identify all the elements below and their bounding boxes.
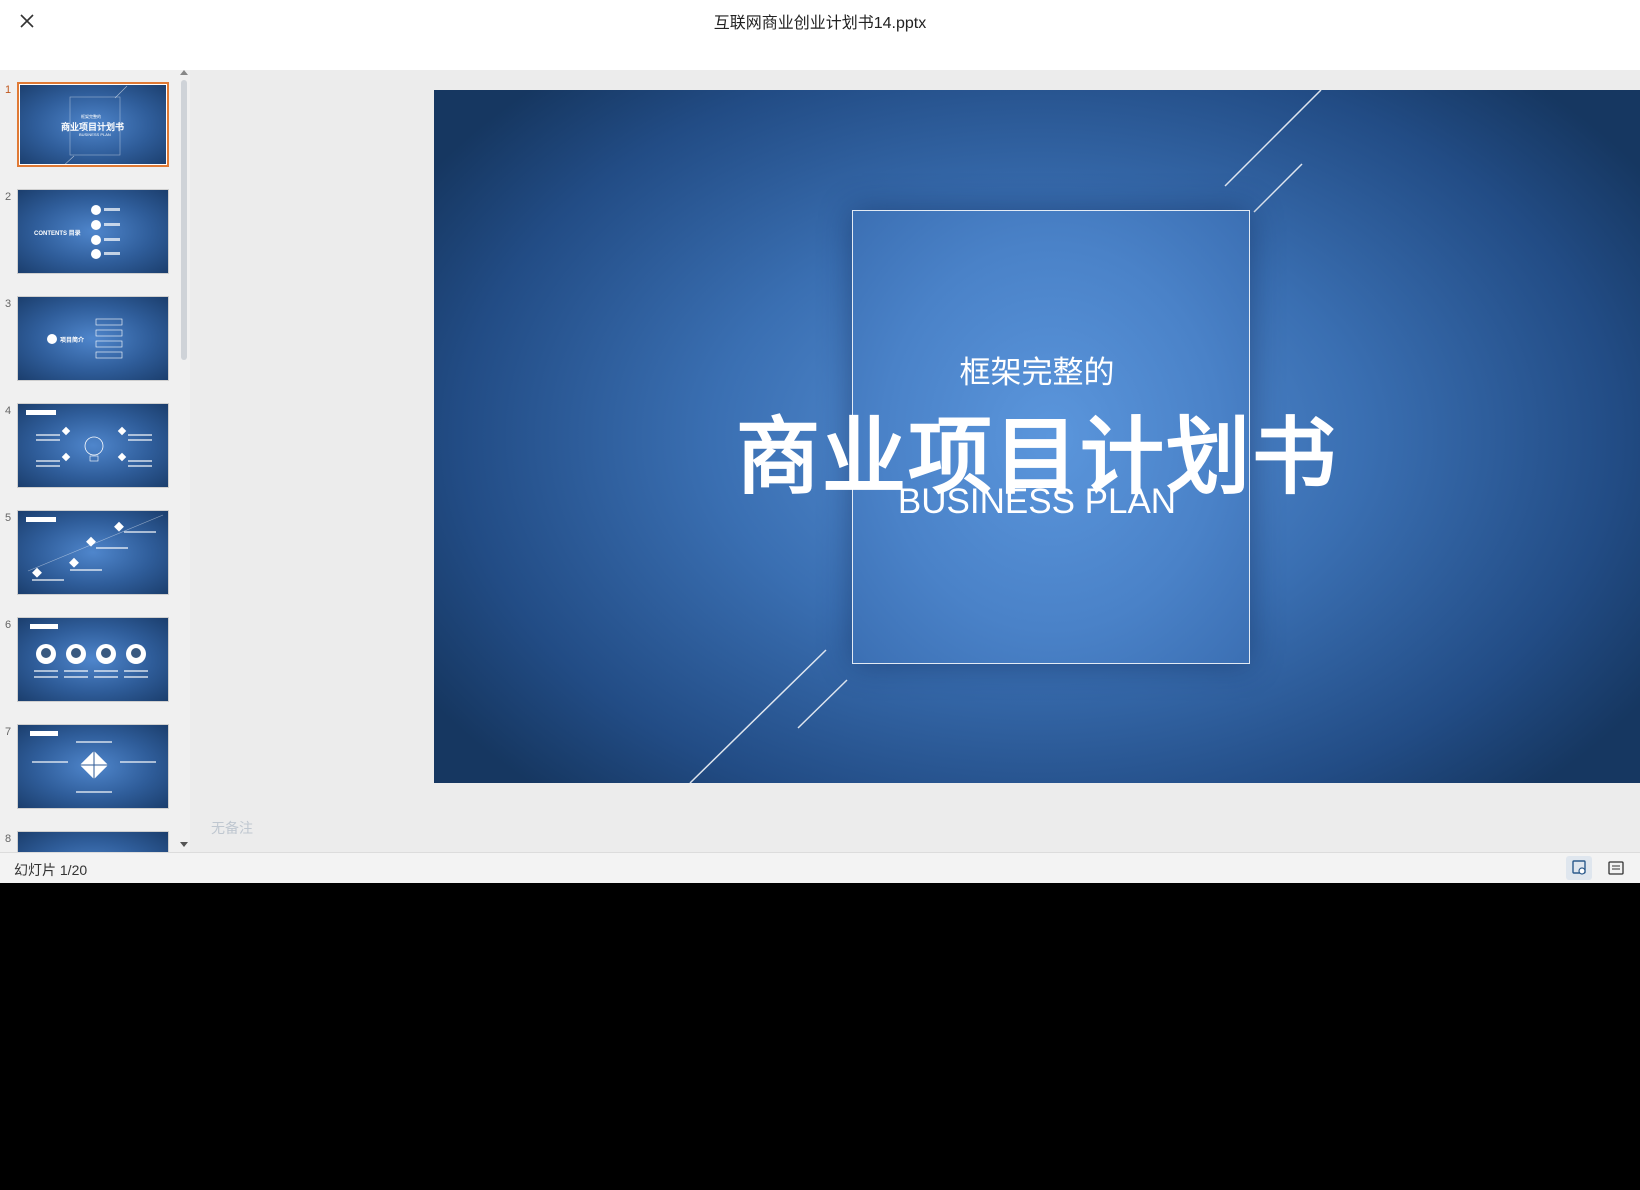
slide-counter: 幻灯片 1/20 (14, 862, 88, 878)
thumbnail-slide[interactable] (17, 510, 169, 595)
thumbnail-slide[interactable] (17, 617, 169, 702)
thumbnail-slide[interactable] (17, 403, 169, 488)
thumbnail-decoration (26, 410, 152, 467)
slide-stage: 框架完整的 商业项目计划书 BUSINESS PLAN 无备注 (190, 70, 1640, 852)
scrollbar-thumb[interactable] (181, 80, 187, 360)
thumbnail-number: 6 (5, 619, 12, 631)
notes-placeholder[interactable]: 无备注 (211, 818, 253, 838)
thumbnail-decoration (91, 205, 120, 259)
thumbnail-item[interactable]: 4 (0, 401, 175, 496)
normal-view-icon (1572, 860, 1586, 875)
current-slide[interactable]: 框架完整的 商业项目计划书 BUSINESS PLAN (434, 90, 1640, 783)
thumbnail-number: 8 (5, 833, 12, 845)
thumbnail-decoration (30, 731, 156, 793)
thumbnail-number: 1 (5, 84, 12, 96)
thumbnail-number: 2 (5, 191, 12, 203)
thumbnail-item[interactable]: 8 (0, 829, 175, 852)
thumbnail-item[interactable]: 5 (0, 508, 175, 603)
thumbnail-slide[interactable]: 项目简介 (17, 296, 169, 381)
thumbnail-item[interactable]: 2 CONTENTS 目录 (0, 187, 175, 282)
thumbnail-number: 4 (5, 405, 12, 417)
thumbnail-decoration (26, 514, 164, 581)
thumbnail-slide[interactable] (17, 724, 169, 809)
notes-view-icon (1608, 861, 1624, 875)
thumbnail-item[interactable]: 6 (0, 615, 175, 710)
slide-subtitle: 框架完整的 (959, 355, 1115, 390)
thumbnail-slide[interactable]: 框架完整的 商业项目计划书 BUSINESS PLAN (17, 82, 169, 167)
thumbnail-decoration (30, 624, 148, 678)
thumbnail-item[interactable]: 1 框架完整的 商业项目计划书 BUSINESS PLAN (0, 80, 175, 175)
thumbnail-item[interactable]: 7 (0, 722, 175, 817)
workspace: 1 框架完整的 商业项目计划书 BUSINESS PLAN 2 CONTENTS… (0, 70, 1640, 852)
thumbnail-slide[interactable] (17, 831, 169, 852)
slide-english-title: BUSINESS PLAN (897, 482, 1177, 521)
normal-view-button[interactable] (1566, 856, 1592, 880)
thumbnail-text: BUSINESS PLAN (79, 132, 111, 137)
thumbnail-scrollbar[interactable] (180, 70, 188, 852)
presentation-viewer: 互联网商业创业计划书14.pptx 1 框架完整的 商业项目计划书 BUSINE… (0, 0, 1640, 883)
thumbnail-number: 5 (5, 512, 12, 524)
notes-view-button[interactable] (1603, 856, 1629, 880)
status-bar: 幻灯片 1/20 (0, 852, 1640, 883)
thumbnail-panel[interactable]: 1 框架完整的 商业项目计划书 BUSINESS PLAN 2 CONTENTS… (0, 70, 190, 852)
thumbnail-number: 3 (5, 298, 12, 310)
document-title: 互联网商业创业计划书14.pptx (713, 15, 927, 32)
scroll-up-arrow-icon[interactable] (180, 70, 188, 75)
title-bar: 互联网商业创业计划书14.pptx (0, 0, 1640, 70)
thumbnail-slide[interactable]: CONTENTS 目录 (17, 189, 169, 274)
thumbnail-text: 项目简介 (60, 338, 85, 344)
thumbnail-item[interactable]: 3 项目简介 (0, 294, 175, 389)
thumbnail-number: 7 (5, 726, 12, 738)
thumbnail-decoration (47, 318, 123, 359)
scroll-down-arrow-icon[interactable] (180, 842, 188, 847)
